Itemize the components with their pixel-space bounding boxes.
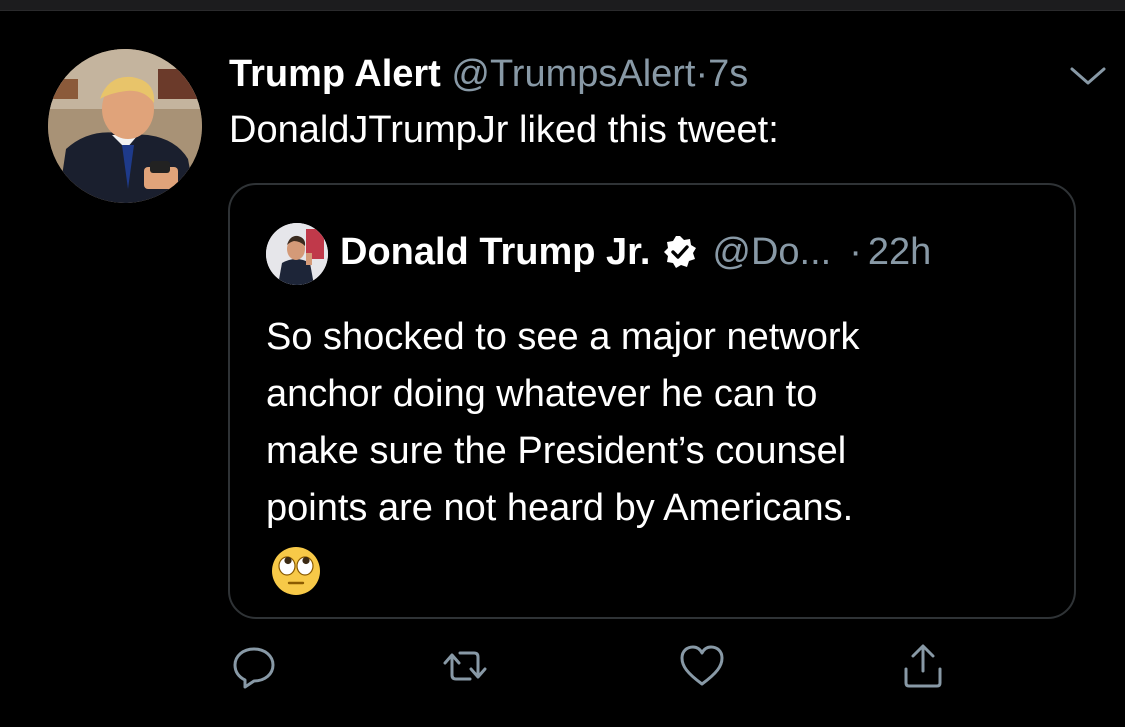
chevron-down-icon[interactable] [1068,61,1108,91]
author-name[interactable]: Trump Alert [229,53,441,95]
author-handle[interactable]: @TrumpsAlert [451,53,695,95]
verified-badge-icon [662,234,698,270]
quoted-text-line: So shocked to see a major network [266,316,860,358]
quoted-author-avatar[interactable] [266,223,328,285]
tweet-timestamp[interactable]: 7s [708,53,748,95]
tweet[interactable]: Trump Alert @TrumpsAlert·7s DonaldJTrump… [0,11,1125,727]
reply-icon[interactable] [226,638,282,694]
quoted-author-handle[interactable]: @Do... [712,229,831,275]
quoted-text-line: make sure the President’s counsel [266,430,847,472]
top-divider-strip [0,0,1125,11]
tweet-actions [0,638,1125,698]
quoted-author-name[interactable]: Donald Trump Jr. [340,229,650,275]
retweet-icon[interactable] [437,638,493,694]
heart-icon[interactable] [674,638,730,694]
tweet-text: DonaldJTrumpJr liked this tweet: [229,109,779,151]
quoted-tweet[interactable]: Donald Trump Jr. @Do... · 22h So shocked… [228,183,1076,619]
quoted-separator-dot: · [849,231,862,273]
separator-dot: · [695,53,709,95]
share-icon[interactable] [895,638,951,694]
quoted-text-line: points are not heard by Americans. [266,487,854,529]
author-avatar[interactable] [48,49,202,203]
tweet-header: Trump Alert @TrumpsAlert·7s [229,51,748,97]
quoted-header: Donald Trump Jr. @Do... · 22h [340,229,931,275]
quoted-tweet-text: So shocked to see a major network anchor… [266,309,1056,537]
quoted-text-line: anchor doing whatever he can to [266,373,818,415]
rolling-eyes-emoji-icon [270,545,322,597]
quoted-timestamp[interactable]: 22h [868,229,931,275]
